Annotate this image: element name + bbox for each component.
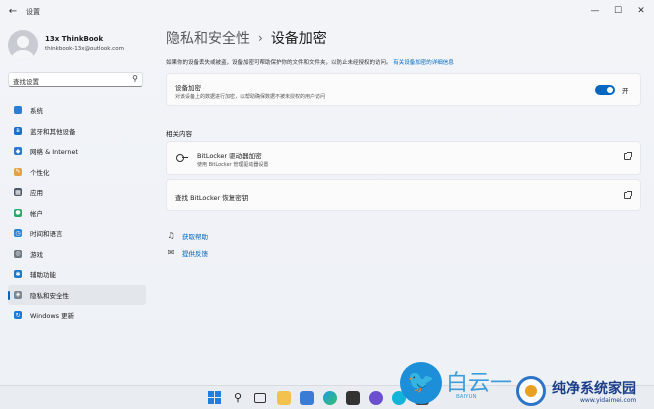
sidebar-item-label: 蓝牙和其他设备 [30, 127, 76, 136]
file-explorer-icon[interactable] [277, 391, 291, 405]
sidebar-item[interactable]: ↻ Windows 更新 [8, 305, 146, 326]
bitlocker-subtitle: 使用 BitLocker 管理驱动器设置 [197, 162, 269, 168]
sidebar-nav: 系统 ʙ 蓝牙和其他设备 ◆ 网络 & Internet ✎ 个性化 ▦ 应用 ● 帐户 ◷ 时间和语言… [8, 100, 146, 326]
toggle-knob [607, 87, 613, 93]
watermark-brand: 白云一 [446, 371, 513, 396]
minimize-button[interactable]: — [584, 3, 606, 19]
sidebar-item[interactable]: ◈ 隐私和安全性 [8, 284, 146, 305]
get-help-label: 获取帮助 [182, 233, 208, 241]
gamepad-icon: ◎ [14, 249, 22, 258]
help-icon: ♫ [167, 231, 175, 240]
windows-logo-icon [208, 391, 214, 397]
account-icon: ● [14, 208, 22, 217]
page-title: 设备加密 [270, 31, 327, 47]
sidebar-item[interactable]: ʙ 蓝牙和其他设备 [8, 121, 146, 142]
sidebar-item[interactable]: ◆ 网络 & Internet [8, 141, 146, 162]
maximize-button[interactable]: ☐ [607, 3, 629, 19]
learn-more-link[interactable]: 有关设备加密的详细信息 [393, 60, 454, 66]
bluetooth-icon: ʙ [14, 126, 22, 135]
recovery-key-title: 查找 BitLocker 恢复密钥 [175, 194, 249, 202]
page-description: 如果你的设备丢失或被盗，设备加密可帮助保护你的文件和文件夹，以防止未经授权的访问… [166, 58, 454, 66]
feedback-label: 提供反馈 [182, 250, 208, 258]
start-button[interactable] [208, 391, 222, 405]
profile-name: 13x ThinkBook [45, 35, 104, 43]
key-icon [176, 154, 188, 162]
edge-browser-icon[interactable] [323, 391, 337, 405]
sidebar-item-label: 辅助功能 [30, 271, 56, 280]
open-external-icon [624, 152, 632, 160]
bitlocker-card[interactable]: BitLocker 驱动器加密 使用 BitLocker 管理驱动器设置 [166, 141, 641, 175]
breadcrumb-separator-icon: › [258, 31, 263, 45]
accessibility-icon: ✱ [14, 270, 22, 279]
shopping-bag-icon[interactable] [346, 391, 360, 405]
device-encryption-toggle[interactable] [595, 85, 615, 95]
settings-window: ← 设置 — ☐ ✕ 13x ThinkBook thinkbook-13x@o… [0, 0, 654, 385]
close-button[interactable]: ✕ [630, 3, 652, 19]
back-button[interactable]: ← [6, 5, 20, 19]
watermark-site-url: www.yidaimei.com [580, 397, 637, 404]
windows-logo-icon [208, 398, 214, 404]
store-icon[interactable] [300, 391, 314, 405]
windows-logo-icon [215, 391, 221, 397]
recovery-key-card[interactable]: 查找 BitLocker 恢复密钥 [166, 179, 641, 211]
sidebar-item-label: 隐私和安全性 [30, 291, 69, 300]
sidebar-item-label: 游戏 [30, 250, 43, 259]
device-encryption-subtitle: 对该设备上的数据进行加密，以帮助确保数据不被未授权的用户访问 [175, 94, 326, 100]
sidebar-item-label: 时间和语言 [30, 230, 63, 239]
sidebar-item[interactable]: ▦ 应用 [8, 182, 146, 203]
breadcrumb-parent[interactable]: 隐私和安全性 [166, 28, 250, 48]
sidebar-item[interactable]: ✱ 辅助功能 [8, 264, 146, 285]
feedback-icon: ✉ [167, 248, 175, 257]
get-help-link[interactable]: ♫ 获取帮助 [166, 231, 208, 241]
windows-update-icon: ↻ [14, 311, 22, 320]
toggle-state-label: 开 [622, 87, 629, 95]
feedback-link[interactable]: ✉ 提供反馈 [166, 248, 208, 258]
sidebar-item-label: Windows 更新 [30, 312, 75, 321]
sidebar-item[interactable]: ◷ 时间和语言 [8, 223, 146, 244]
title-bar: ← 设置 — ☐ ✕ [0, 0, 654, 24]
sidebar-item[interactable]: ◎ 游戏 [8, 244, 146, 265]
wifi-icon: ◆ [14, 147, 22, 156]
sidebar-item[interactable]: ✎ 个性化 [8, 162, 146, 183]
site-logo-icon [516, 376, 546, 406]
brush-icon: ✎ [14, 167, 22, 176]
related-section-title: 相关内容 [166, 130, 192, 138]
search-input[interactable]: 查找设置 ⚲ [8, 72, 143, 87]
bitlocker-title: BitLocker 驱动器加密 [197, 152, 262, 160]
bird-logo-icon: 🐦 [400, 362, 442, 404]
sidebar-item-label: 应用 [30, 189, 43, 198]
monitor-icon [14, 106, 22, 115]
sidebar-item-label: 网络 & Internet [30, 148, 79, 157]
avatar [8, 30, 38, 60]
sidebar-item[interactable]: 系统 [8, 100, 146, 121]
search-icon[interactable]: ⚲ [132, 74, 138, 83]
sidebar-item-label: 个性化 [30, 168, 50, 177]
device-encryption-card: 设备加密 对该设备上的数据进行加密，以帮助确保数据不被未授权的用户访问 开 [166, 73, 641, 106]
windows-logo-icon [215, 398, 221, 404]
sidebar-item[interactable]: ● 帐户 [8, 203, 146, 224]
sidebar-item-label: 系统 [30, 107, 43, 116]
open-external-icon [624, 191, 632, 199]
app-icon[interactable] [369, 391, 383, 405]
description-text: 如果你的设备丢失或被盗，设备加密可帮助保护你的文件和文件夹，以防止未经授权的访问… [166, 60, 392, 66]
apps-icon: ▦ [14, 188, 22, 197]
profile-email: thinkbook-13x@outlook.com [45, 46, 124, 52]
watermark-site-name: 纯净系统家园 [552, 381, 636, 397]
search-placeholder: 查找设置 [13, 78, 39, 86]
task-view-icon[interactable] [254, 393, 266, 403]
taskbar-search-icon[interactable]: ⚲ [231, 391, 245, 405]
shield-icon: ◈ [14, 290, 22, 299]
sidebar-item-label: 帐户 [30, 209, 43, 218]
device-encryption-title: 设备加密 [175, 84, 201, 92]
globe-clock-icon: ◷ [14, 229, 22, 238]
breadcrumb: 隐私和安全性 › 设备加密 [166, 28, 327, 48]
watermark-brand-sub: BAIYUN [456, 394, 477, 400]
app-title: 设置 [26, 8, 40, 16]
